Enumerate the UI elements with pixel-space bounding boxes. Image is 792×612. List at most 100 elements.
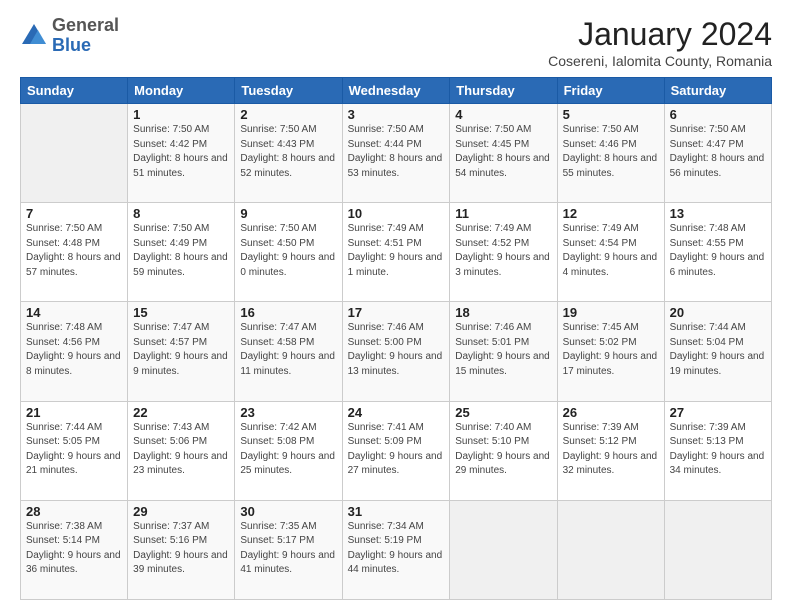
table-row: 13 Sunrise: 7:48 AMSunset: 4:55 PMDaylig… [664, 203, 771, 302]
calendar-week-row: 14 Sunrise: 7:48 AMSunset: 4:56 PMDaylig… [21, 302, 772, 401]
day-detail: Sunrise: 7:50 AMSunset: 4:48 PMDaylight:… [26, 223, 121, 278]
table-row: 14 Sunrise: 7:48 AMSunset: 4:56 PMDaylig… [21, 302, 128, 401]
page: General Blue January 2024 Cosereni, Ialo… [0, 0, 792, 612]
col-wednesday: Wednesday [342, 78, 450, 104]
col-friday: Friday [557, 78, 664, 104]
table-row [664, 500, 771, 599]
col-sunday: Sunday [21, 78, 128, 104]
day-number: 12 [563, 206, 659, 221]
day-number: 6 [670, 107, 766, 122]
day-detail: Sunrise: 7:49 AMSunset: 4:54 PMDaylight:… [563, 223, 658, 278]
day-number: 3 [348, 107, 445, 122]
calendar-table: Sunday Monday Tuesday Wednesday Thursday… [20, 77, 772, 600]
table-row: 21 Sunrise: 7:44 AMSunset: 5:05 PMDaylig… [21, 401, 128, 500]
logo-general: General [52, 15, 119, 35]
day-number: 10 [348, 206, 445, 221]
day-number: 14 [26, 305, 122, 320]
day-number: 9 [240, 206, 336, 221]
table-row [21, 104, 128, 203]
col-monday: Monday [128, 78, 235, 104]
day-number: 8 [133, 206, 229, 221]
day-detail: Sunrise: 7:50 AMSunset: 4:49 PMDaylight:… [133, 223, 228, 278]
day-number: 16 [240, 305, 336, 320]
day-number: 1 [133, 107, 229, 122]
day-detail: Sunrise: 7:35 AMSunset: 5:17 PMDaylight:… [240, 521, 335, 576]
day-detail: Sunrise: 7:37 AMSunset: 5:16 PMDaylight:… [133, 521, 228, 576]
day-number: 26 [563, 405, 659, 420]
table-row: 20 Sunrise: 7:44 AMSunset: 5:04 PMDaylig… [664, 302, 771, 401]
day-detail: Sunrise: 7:45 AMSunset: 5:02 PMDaylight:… [563, 322, 658, 377]
table-row: 31 Sunrise: 7:34 AMSunset: 5:19 PMDaylig… [342, 500, 450, 599]
day-number: 20 [670, 305, 766, 320]
day-number: 28 [26, 504, 122, 519]
day-detail: Sunrise: 7:50 AMSunset: 4:43 PMDaylight:… [240, 124, 335, 179]
day-number: 7 [26, 206, 122, 221]
day-detail: Sunrise: 7:40 AMSunset: 5:10 PMDaylight:… [455, 422, 550, 477]
day-number: 2 [240, 107, 336, 122]
table-row [557, 500, 664, 599]
logo-icon [20, 22, 48, 50]
table-row [450, 500, 557, 599]
table-row: 9 Sunrise: 7:50 AMSunset: 4:50 PMDayligh… [235, 203, 342, 302]
day-number: 22 [133, 405, 229, 420]
table-row: 8 Sunrise: 7:50 AMSunset: 4:49 PMDayligh… [128, 203, 235, 302]
day-detail: Sunrise: 7:50 AMSunset: 4:46 PMDaylight:… [563, 124, 658, 179]
table-row: 29 Sunrise: 7:37 AMSunset: 5:16 PMDaylig… [128, 500, 235, 599]
table-row: 30 Sunrise: 7:35 AMSunset: 5:17 PMDaylig… [235, 500, 342, 599]
day-detail: Sunrise: 7:46 AMSunset: 5:01 PMDaylight:… [455, 322, 550, 377]
header: General Blue January 2024 Cosereni, Ialo… [20, 16, 772, 69]
day-detail: Sunrise: 7:44 AMSunset: 5:05 PMDaylight:… [26, 422, 121, 477]
day-number: 15 [133, 305, 229, 320]
day-detail: Sunrise: 7:50 AMSunset: 4:42 PMDaylight:… [133, 124, 228, 179]
day-number: 18 [455, 305, 551, 320]
table-row: 16 Sunrise: 7:47 AMSunset: 4:58 PMDaylig… [235, 302, 342, 401]
day-detail: Sunrise: 7:41 AMSunset: 5:09 PMDaylight:… [348, 422, 443, 477]
day-number: 25 [455, 405, 551, 420]
location-subtitle: Cosereni, Ialomita County, Romania [548, 53, 772, 69]
day-number: 24 [348, 405, 445, 420]
day-detail: Sunrise: 7:38 AMSunset: 5:14 PMDaylight:… [26, 521, 121, 576]
logo-blue: Blue [52, 35, 91, 55]
day-number: 17 [348, 305, 445, 320]
day-detail: Sunrise: 7:44 AMSunset: 5:04 PMDaylight:… [670, 322, 765, 377]
calendar-week-row: 21 Sunrise: 7:44 AMSunset: 5:05 PMDaylig… [21, 401, 772, 500]
day-number: 27 [670, 405, 766, 420]
table-row: 17 Sunrise: 7:46 AMSunset: 5:00 PMDaylig… [342, 302, 450, 401]
table-row: 19 Sunrise: 7:45 AMSunset: 5:02 PMDaylig… [557, 302, 664, 401]
day-number: 21 [26, 405, 122, 420]
day-detail: Sunrise: 7:50 AMSunset: 4:44 PMDaylight:… [348, 124, 443, 179]
col-thursday: Thursday [450, 78, 557, 104]
day-number: 31 [348, 504, 445, 519]
month-title: January 2024 [548, 16, 772, 53]
table-row: 11 Sunrise: 7:49 AMSunset: 4:52 PMDaylig… [450, 203, 557, 302]
table-row: 24 Sunrise: 7:41 AMSunset: 5:09 PMDaylig… [342, 401, 450, 500]
day-detail: Sunrise: 7:49 AMSunset: 4:52 PMDaylight:… [455, 223, 550, 278]
calendar-week-row: 7 Sunrise: 7:50 AMSunset: 4:48 PMDayligh… [21, 203, 772, 302]
table-row: 28 Sunrise: 7:38 AMSunset: 5:14 PMDaylig… [21, 500, 128, 599]
day-number: 23 [240, 405, 336, 420]
day-detail: Sunrise: 7:48 AMSunset: 4:56 PMDaylight:… [26, 322, 121, 377]
day-detail: Sunrise: 7:49 AMSunset: 4:51 PMDaylight:… [348, 223, 443, 278]
table-row: 18 Sunrise: 7:46 AMSunset: 5:01 PMDaylig… [450, 302, 557, 401]
day-number: 11 [455, 206, 551, 221]
table-row: 5 Sunrise: 7:50 AMSunset: 4:46 PMDayligh… [557, 104, 664, 203]
table-row: 1 Sunrise: 7:50 AMSunset: 4:42 PMDayligh… [128, 104, 235, 203]
day-detail: Sunrise: 7:42 AMSunset: 5:08 PMDaylight:… [240, 422, 335, 477]
calendar-header-row: Sunday Monday Tuesday Wednesday Thursday… [21, 78, 772, 104]
table-row: 10 Sunrise: 7:49 AMSunset: 4:51 PMDaylig… [342, 203, 450, 302]
table-row: 26 Sunrise: 7:39 AMSunset: 5:12 PMDaylig… [557, 401, 664, 500]
table-row: 7 Sunrise: 7:50 AMSunset: 4:48 PMDayligh… [21, 203, 128, 302]
col-saturday: Saturday [664, 78, 771, 104]
day-detail: Sunrise: 7:47 AMSunset: 4:57 PMDaylight:… [133, 322, 228, 377]
logo-text: General Blue [52, 16, 119, 56]
day-detail: Sunrise: 7:50 AMSunset: 4:50 PMDaylight:… [240, 223, 335, 278]
day-detail: Sunrise: 7:46 AMSunset: 5:00 PMDaylight:… [348, 322, 443, 377]
day-detail: Sunrise: 7:39 AMSunset: 5:13 PMDaylight:… [670, 422, 765, 477]
table-row: 3 Sunrise: 7:50 AMSunset: 4:44 PMDayligh… [342, 104, 450, 203]
day-number: 13 [670, 206, 766, 221]
day-number: 4 [455, 107, 551, 122]
table-row: 23 Sunrise: 7:42 AMSunset: 5:08 PMDaylig… [235, 401, 342, 500]
calendar-week-row: 28 Sunrise: 7:38 AMSunset: 5:14 PMDaylig… [21, 500, 772, 599]
day-number: 30 [240, 504, 336, 519]
day-detail: Sunrise: 7:50 AMSunset: 4:47 PMDaylight:… [670, 124, 765, 179]
